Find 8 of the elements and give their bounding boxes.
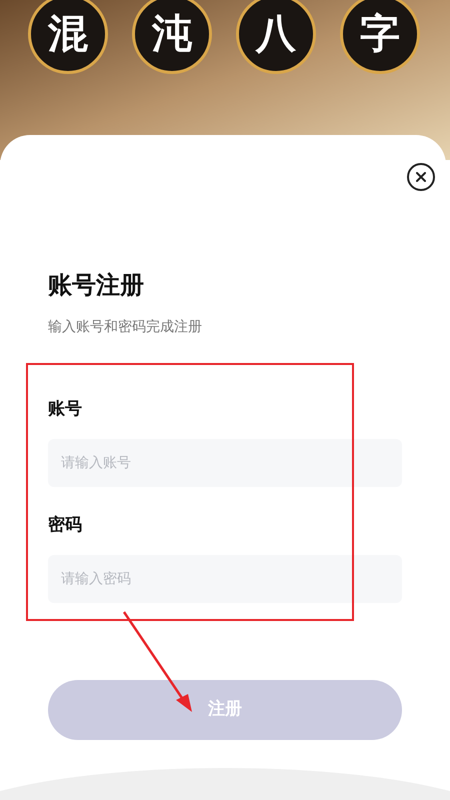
input-field[interactable]: 请输入账号	[48, 439, 402, 487]
page-title: 账号注册	[48, 270, 145, 301]
field-label: 账号	[48, 398, 83, 421]
field-label: 密码	[48, 514, 83, 537]
page-subtitle: 输入账号和密码完成注册	[48, 318, 203, 337]
close-button[interactable]	[407, 163, 435, 191]
close-icon	[416, 172, 426, 182]
input-field[interactable]: 请输入密码	[48, 555, 402, 603]
